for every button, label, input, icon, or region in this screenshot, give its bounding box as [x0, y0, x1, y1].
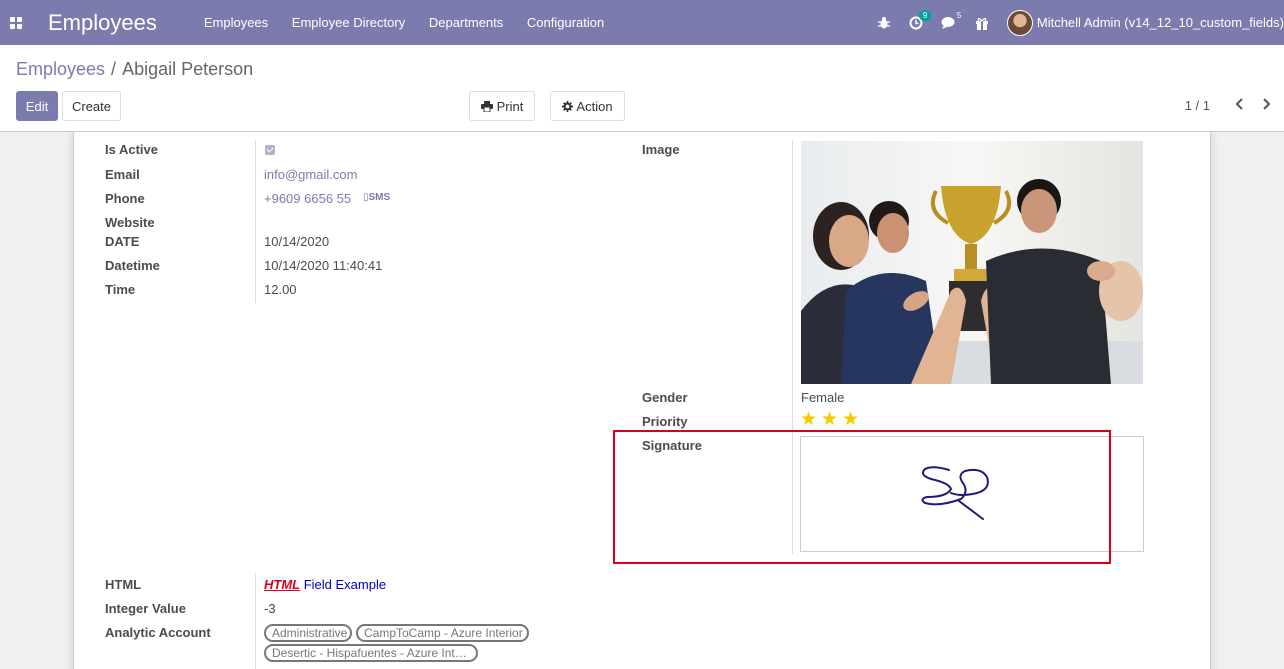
priority-label: Priority	[642, 414, 688, 429]
star-icon[interactable]: ★	[842, 410, 859, 429]
priority-stars[interactable]: ★ ★ ★	[800, 410, 859, 429]
gender-label: Gender	[642, 390, 688, 405]
menu-employee-directory[interactable]: Employee Directory	[292, 15, 405, 30]
signature-highlight-box	[613, 430, 1111, 564]
html-emphasis: HTML	[264, 577, 301, 592]
main-menu: Employees Employee Directory Departments…	[204, 15, 624, 30]
integer-value-label: Integer Value	[105, 601, 186, 616]
time-value[interactable]: 12.00	[264, 282, 297, 297]
breadcrumb-separator: /	[111, 59, 117, 79]
employee-image[interactable]	[801, 141, 1143, 384]
time-label: Time	[105, 282, 136, 297]
breadcrumb-current: Abigail Peterson	[122, 59, 254, 79]
breadcrumb: Employees / Abigail Peterson	[16, 59, 253, 80]
phone-label: Phone	[105, 191, 145, 206]
phone-link[interactable]: +9609 6656 55	[264, 191, 351, 206]
breadcrumb-employees-link[interactable]: Employees	[16, 59, 105, 79]
gender-value[interactable]: Female	[801, 390, 844, 405]
form-view: Is Active Email info@gmail.com Phone +96…	[0, 132, 1284, 669]
messages-badge: 5	[956, 10, 962, 20]
star-icon[interactable]: ★	[821, 410, 838, 429]
print-label: Print	[496, 98, 524, 114]
html-rest-text: Field Example	[300, 577, 387, 592]
analytic-tag[interactable]: Desertic - Hispafuentes - Azure Int…	[264, 644, 478, 662]
date-value[interactable]: 10/14/2020	[264, 234, 329, 249]
gear-icon	[562, 100, 574, 112]
app-title[interactable]: Employees	[48, 10, 157, 36]
action-button[interactable]: Action	[550, 91, 625, 121]
lower-group-divider	[255, 573, 256, 669]
avatar	[1006, 9, 1033, 36]
image-label: Image	[642, 142, 680, 157]
form-sheet: Is Active Email info@gmail.com Phone +96…	[73, 132, 1211, 669]
create-button[interactable]: Create	[62, 91, 121, 121]
sms-button[interactable]: ▯SMS	[363, 192, 390, 203]
edit-button[interactable]: Edit	[16, 91, 58, 121]
user-menu[interactable]: Mitchell Admin (v14_12_10_custom_fields)	[1006, 9, 1284, 36]
analytic-tag[interactable]: Administrative	[264, 624, 352, 642]
pager-previous-icon[interactable]	[1234, 97, 1248, 113]
html-field[interactable]: HTML Field Example	[264, 577, 386, 592]
action-label: Action	[576, 98, 613, 114]
integer-value[interactable]: -3	[264, 601, 276, 616]
messaging-chat-icon[interactable]: 5	[941, 11, 961, 30]
email-link[interactable]: info@gmail.com	[264, 167, 357, 182]
print-button[interactable]: Print	[469, 91, 535, 121]
html-label: HTML	[105, 577, 142, 592]
gift-icon[interactable]	[975, 16, 989, 30]
analytic-account-label: Analytic Account	[105, 625, 211, 640]
sms-label: SMS	[368, 192, 391, 203]
pager-next-icon[interactable]	[1262, 97, 1276, 113]
star-icon[interactable]: ★	[800, 410, 817, 429]
website-label: Website	[105, 215, 155, 230]
user-name: Mitchell Admin (v14_12_10_custom_fields)	[1036, 15, 1284, 30]
activity-clock-icon[interactable]: 9	[909, 9, 932, 30]
pager-value[interactable]: 1 / 1	[1185, 98, 1210, 113]
top-navbar: Employees Employees Employee Directory D…	[0, 0, 1284, 45]
systray: 9 5 Mitchell Admin (v14_12_10_custom_fie…	[877, 0, 1284, 45]
activity-badge: 9	[918, 9, 932, 21]
control-panel: Employees / Abigail Peterson Edit Create P…	[0, 45, 1284, 132]
datetime-label: Datetime	[105, 258, 160, 273]
debug-bug-icon[interactable]	[877, 16, 891, 30]
date-label: DATE	[105, 234, 140, 249]
print-icon	[480, 100, 493, 112]
is-active-checkbox[interactable]	[265, 145, 275, 155]
left-group-divider	[255, 140, 256, 303]
email-label: Email	[105, 167, 140, 182]
datetime-value[interactable]: 10/14/2020 11:40:41	[264, 258, 382, 273]
menu-configuration[interactable]: Configuration	[527, 15, 604, 30]
is-active-label: Is Active	[105, 142, 158, 157]
menu-employees[interactable]: Employees	[204, 15, 268, 30]
menu-departments[interactable]: Departments	[429, 15, 503, 30]
analytic-tag[interactable]: CampToCamp - Azure Interior	[356, 624, 529, 642]
apps-menu-icon[interactable]	[0, 0, 32, 45]
